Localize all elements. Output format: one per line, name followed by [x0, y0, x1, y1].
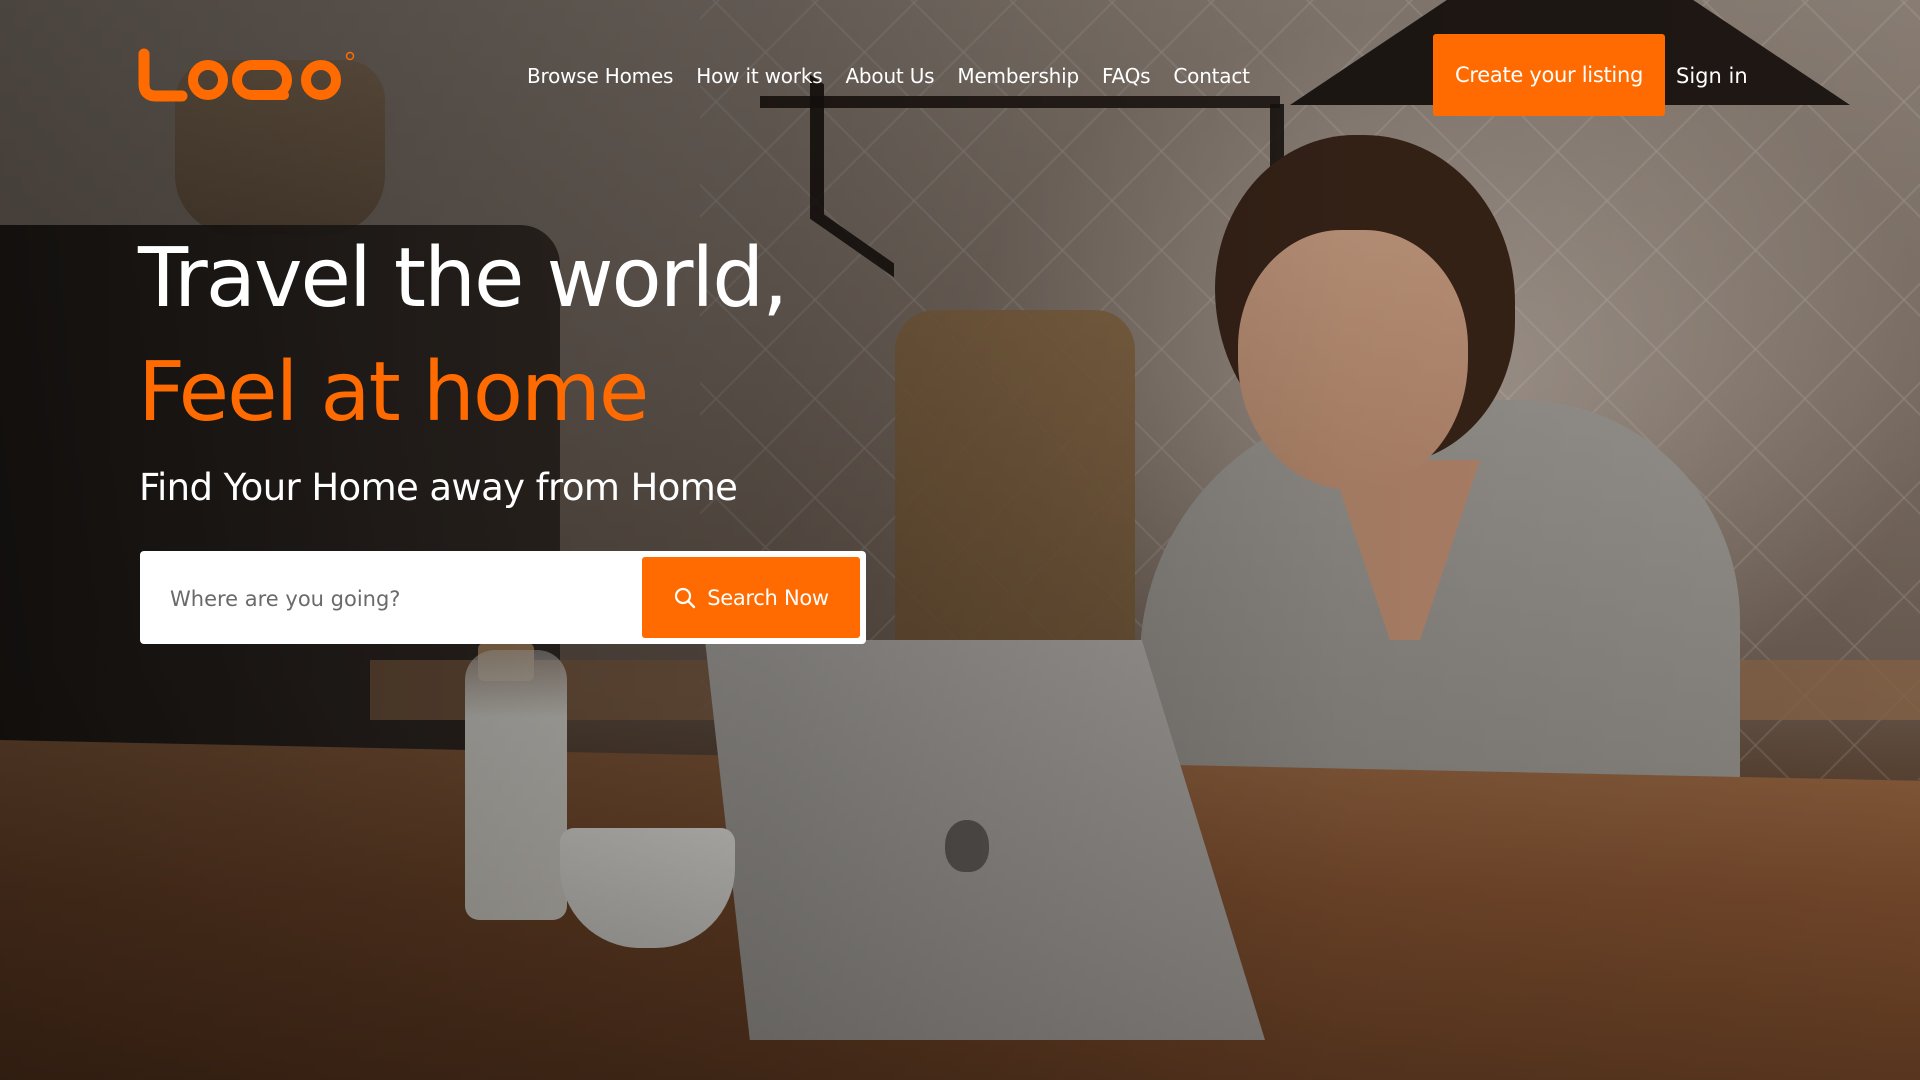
headline-line-1: Travel the world, — [138, 231, 788, 326]
search-button-label: Search Now — [707, 585, 829, 610]
hero-overlay — [0, 0, 1920, 1080]
nav-link-how-it-works[interactable]: How it works — [696, 64, 822, 88]
headline-line-2: Feel at home — [138, 345, 649, 440]
main-nav: Browse Homes How it works About Us Membe… — [527, 58, 1250, 94]
search-icon — [673, 586, 697, 610]
nav-link-membership[interactable]: Membership — [957, 64, 1079, 88]
nav-link-browse-homes[interactable]: Browse Homes — [527, 64, 673, 88]
hero-headline: Travel the world, Feel at home — [138, 222, 788, 450]
search-now-button[interactable]: Search Now — [642, 557, 860, 638]
hero-subheadline: Find Your Home away from Home — [139, 466, 738, 509]
nav-link-contact[interactable]: Contact — [1173, 64, 1250, 88]
search-bar: Search Now — [140, 551, 866, 644]
logo[interactable] — [138, 48, 360, 104]
destination-search-input[interactable] — [168, 573, 632, 625]
logo-mark-icon — [138, 48, 355, 102]
nav-link-about-us[interactable]: About Us — [845, 64, 934, 88]
nav-link-faqs[interactable]: FAQs — [1102, 64, 1151, 88]
sign-in-link[interactable]: Sign in — [1676, 58, 1748, 94]
create-listing-button[interactable]: Create your listing — [1433, 34, 1665, 116]
